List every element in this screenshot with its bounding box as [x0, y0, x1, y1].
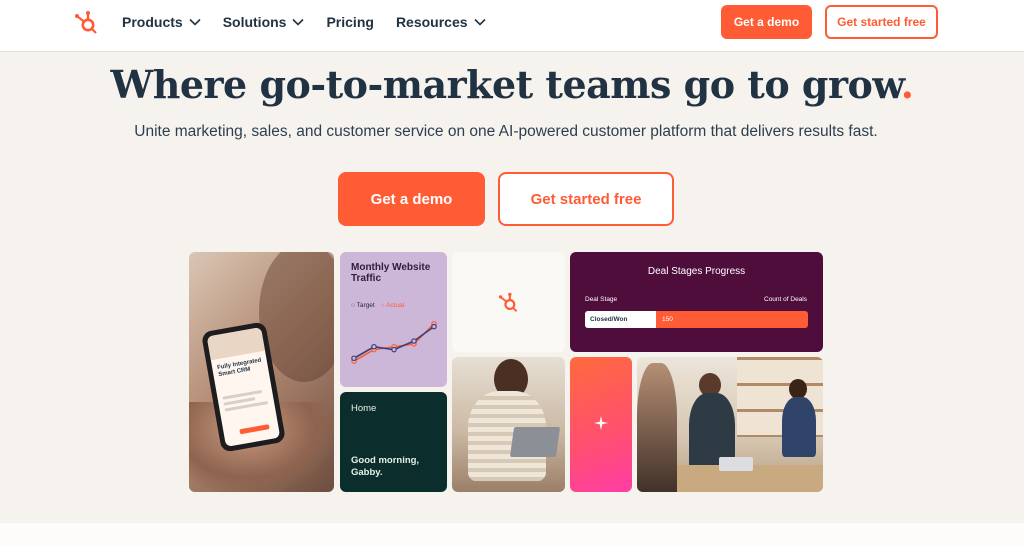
chevron-down-icon: [189, 18, 201, 26]
next-section-edge: [0, 523, 1024, 546]
nav-solutions[interactable]: Solutions: [223, 13, 305, 31]
phone-screen-header: [206, 327, 266, 361]
sparkle-icon: [594, 416, 608, 430]
actual-series-line: [353, 323, 435, 362]
phone-screen-text: Fully Integrated Smart CRM: [216, 357, 262, 379]
deal-count-header: Count of Deals: [764, 296, 807, 303]
traffic-line-chart: [351, 320, 437, 364]
deal-stages-title: Deal Stages Progress: [647, 266, 746, 277]
laptop-shape: [719, 457, 753, 471]
person-right-head: [789, 379, 807, 399]
deal-stage-count: 150: [662, 316, 673, 323]
deal-stage-bar: Closed/Won 150: [585, 311, 808, 328]
nav-products-label: Products: [122, 14, 183, 30]
hero-title: Where go-to-market teams go to grow.: [0, 62, 1024, 107]
top-navigation: Products Solutions Pricing Resources Get…: [0, 0, 1024, 52]
man-at-laptop-photo: [452, 357, 565, 492]
header-get-started-free-button[interactable]: Get started free: [825, 5, 938, 39]
chevron-down-icon: [473, 18, 486, 26]
deal-stages-card: Deal Stages Progress Deal Stage Count of…: [570, 252, 823, 352]
home-greeting: Good morning, Gabby.: [351, 455, 420, 478]
traffic-legend: Target Actual: [351, 302, 405, 309]
hero-subtitle: Unite marketing, sales, and customer ser…: [134, 123, 878, 140]
hero-title-text: Where go-to-market teams go to grow: [110, 62, 902, 107]
target-series-point: [411, 338, 417, 344]
legend-target: Target: [351, 302, 375, 309]
nav-resources-label: Resources: [395, 14, 468, 30]
hubspot-sprocket-icon: [498, 292, 518, 312]
person-left-silhouette: [637, 363, 677, 492]
nav-products[interactable]: Products: [122, 13, 201, 31]
phone-crm-photo: Fully Integrated Smart CRM: [189, 252, 334, 492]
website-traffic-card: Monthly Website Traffic Target Actual: [340, 252, 447, 387]
deal-stage-name: Closed/Won: [585, 311, 656, 328]
target-series-point: [431, 323, 437, 330]
nav-pricing[interactable]: Pricing: [326, 13, 373, 31]
hero-title-dot: .: [900, 62, 914, 107]
laptop-shape: [509, 427, 561, 457]
chevron-down-icon: [292, 18, 305, 26]
main-nav: Products Solutions Pricing Resources: [122, 13, 486, 31]
hubspot-logo-icon[interactable]: [74, 9, 100, 35]
phone-screen-button: [239, 424, 270, 435]
home-label: Home: [351, 403, 377, 414]
legend-actual: Actual: [381, 302, 404, 309]
ai-sparkle-card: [570, 357, 632, 492]
header-get-demo-button[interactable]: Get a demo: [721, 5, 812, 39]
phone-screen: Fully Integrated Smart CRM: [206, 327, 281, 447]
home-greeting-card: Home Good morning, Gabby.: [340, 392, 447, 492]
hubspot-logo-card: [452, 252, 565, 352]
hero-get-demo-button[interactable]: Get a demo: [338, 172, 485, 226]
target-series-point: [371, 343, 377, 350]
office-team-photo: [637, 357, 823, 492]
nav-solutions-label: Solutions: [222, 14, 287, 30]
nav-resources[interactable]: Resources: [396, 13, 486, 31]
deal-stage-header: Deal Stage: [585, 296, 618, 303]
person-right-body: [782, 397, 816, 457]
target-series-point: [351, 355, 357, 362]
target-series-point: [391, 346, 397, 353]
hero-get-started-free-button[interactable]: Get started free: [498, 172, 674, 226]
traffic-title: Monthly Website Traffic: [351, 262, 431, 284]
nav-pricing-label: Pricing: [326, 14, 374, 30]
